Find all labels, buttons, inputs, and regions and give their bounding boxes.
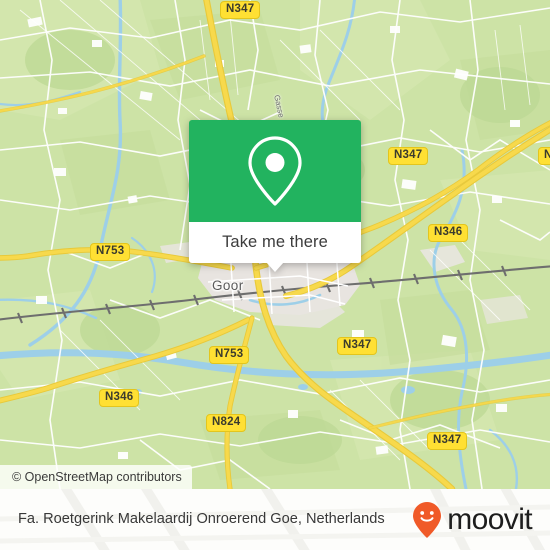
place-label-goor: Goor [212,278,244,293]
road-shield-n347-right[interactable]: N347 [388,147,429,165]
moovit-pin-smiley-icon [413,501,442,538]
moovit-wordmark: moovit [447,502,532,536]
road-shield-n346-bottomleft[interactable]: N346 [99,389,140,407]
moovit-brand[interactable]: moovit [412,501,536,539]
road-shield-n347-top[interactable]: N347 [220,1,261,19]
location-title: Fa. Roetgerink Makelaardij Onroerend Goe… [18,511,385,527]
take-me-there-label: Take me there [222,233,328,251]
road-shield-n-edge[interactable]: N [538,147,550,165]
road-shield-n753-bottom[interactable]: N753 [209,346,250,364]
map-share-card: Goor Gasse N347 N347 N N346 N753 N347 N7… [0,0,550,550]
callout-footer[interactable]: Take me there [189,222,361,272]
take-me-there-callout[interactable]: Take me there [189,120,361,272]
callout-tail [266,262,284,272]
road-shield-n824[interactable]: N824 [206,414,247,432]
map-canvas[interactable]: Goor Gasse N347 N347 N N346 N753 N347 N7… [0,0,550,489]
road-shield-n753-left[interactable]: N753 [90,243,131,261]
footer-content: Fa. Roetgerink Makelaardij Onroerend Goe… [0,489,550,550]
footer-bar: Fa. Roetgerink Makelaardij Onroerend Goe… [0,489,550,550]
road-shield-n347-center[interactable]: N347 [337,337,378,355]
road-shield-n346-right[interactable]: N346 [428,224,469,242]
osm-attribution-text: © OpenStreetMap contributors [12,470,182,484]
callout-header [189,120,361,222]
road-shield-n347-bottomright[interactable]: N347 [427,432,468,450]
map-pin-icon [248,136,302,206]
osm-attribution-bar: © OpenStreetMap contributors [0,465,192,489]
